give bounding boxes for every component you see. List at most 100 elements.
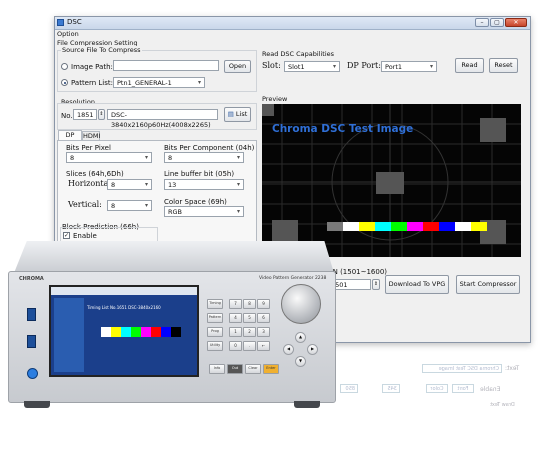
key-7: 7: [229, 299, 242, 309]
horizontal-value: 8: [111, 181, 116, 189]
color-bar: [391, 222, 407, 231]
reflection-enable-label: Enable: [480, 386, 501, 393]
color-bar: [343, 222, 359, 231]
corner-square: [262, 104, 274, 116]
bits-per-component-label: Bits Per Component (04h): [164, 144, 255, 152]
chevron-down-icon: ▾: [144, 202, 148, 209]
pattern-generator-device: CHROMA Video Pattern Generator 2238 Timi…: [4, 241, 336, 412]
device-front-panel: CHROMA Video Pattern Generator 2238 Timi…: [8, 271, 336, 403]
softkey-timing: Timing: [207, 299, 223, 309]
minimize-button[interactable]: –: [475, 18, 489, 27]
start-compressor-button[interactable]: Start Compressor: [456, 275, 520, 294]
up-arrow-icon: ▲: [295, 332, 306, 343]
resolution-value: DSC-3840x2160p60Hz(4008x2265): [107, 109, 218, 129]
list-button-label: List: [235, 110, 248, 118]
chevron-down-icon: ▾: [236, 181, 240, 188]
key-5: 5: [243, 313, 256, 323]
rotary-knob: [281, 284, 321, 324]
color-bars: [327, 222, 487, 231]
menu-option[interactable]: Option: [57, 30, 79, 38]
reflection-text-value: Chroma DSC Test Image: [422, 364, 502, 373]
dp-port-select[interactable]: Port1 ▾: [381, 61, 437, 72]
window-reflection: Text: Chroma DSC Test Image Color Font E…: [330, 362, 520, 422]
bits-per-component-select[interactable]: 8 ▾: [164, 152, 244, 163]
block-prediction-checkbox[interactable]: ✓: [63, 232, 70, 239]
usb-port: [27, 308, 36, 321]
color-bar: [471, 222, 487, 231]
title-bar: DSC – ▢ ✕: [55, 17, 530, 30]
screen-color-bars: [101, 327, 181, 337]
chevron-down-icon: ▾: [332, 63, 336, 70]
tab-hdmi[interactable]: HDMI: [82, 131, 100, 140]
corner-square: [480, 118, 506, 142]
pattern-list-select[interactable]: Ptn1_GENERAL-1 ▾: [113, 77, 205, 88]
screen-text: Timing List No.1651 DSC-3840x2160: [87, 305, 161, 310]
key-enter: Enter: [263, 364, 279, 374]
bits-per-pixel-label: Bits Per Pixel: [66, 144, 111, 152]
softkey-prog: Prog: [207, 327, 223, 337]
download-ptn-spinner[interactable]: ⇕: [372, 279, 380, 290]
resolution-no-input[interactable]: 1851: [73, 109, 97, 120]
preview-title: Chroma DSC Test Image: [272, 123, 414, 135]
slot-select[interactable]: Slot1 ▾: [284, 61, 340, 72]
open-button[interactable]: Open: [224, 60, 251, 73]
maximize-button[interactable]: ▢: [490, 18, 504, 27]
slot-value: Slot1: [288, 63, 305, 71]
window-title: DSC: [67, 18, 82, 26]
bits-per-pixel-select[interactable]: 8 ▾: [66, 152, 152, 163]
reset-button[interactable]: Reset: [489, 58, 518, 73]
key-4: 4: [229, 313, 242, 323]
image-path-label: Image Path:: [71, 63, 113, 71]
tab-dp-port[interactable]: DP Port: [58, 130, 82, 148]
slices-label: Slices (64h,6Dh): [66, 170, 124, 178]
list-icon: ▤: [227, 110, 234, 118]
vertical-label: Vertical:: [68, 200, 102, 209]
image-path-radio[interactable]: [61, 63, 68, 70]
resolution-spinner[interactable]: ⇕: [98, 109, 105, 120]
left-arrow-icon: ◀: [283, 344, 294, 355]
key-6: 6: [257, 313, 270, 323]
read-button[interactable]: Read: [455, 58, 484, 73]
block-prediction-enable-label: Enable: [73, 232, 97, 240]
center-square: [376, 172, 404, 194]
color-bar: [327, 222, 343, 231]
bits-per-component-value: 8: [168, 154, 173, 162]
key-dot: .: [243, 341, 256, 351]
image-path-input[interactable]: [113, 60, 219, 71]
line-buffer-select[interactable]: 13 ▾: [164, 179, 244, 190]
close-button[interactable]: ✕: [505, 18, 527, 27]
download-to-vpg-button[interactable]: Download To VPG: [385, 275, 449, 294]
device-screen: Timing List No.1651 DSC-3840x2160: [49, 285, 199, 377]
device-top-surface: [14, 241, 334, 273]
line-buffer-value: 13: [168, 181, 177, 189]
key-8: 8: [243, 299, 256, 309]
vertical-select[interactable]: 8 ▾: [107, 200, 152, 211]
app-icon: [57, 19, 64, 26]
device-foot: [24, 401, 50, 408]
list-button[interactable]: ▤ List: [224, 107, 251, 122]
vertical-value: 8: [111, 202, 116, 210]
device-model: Video Pattern Generator 2238: [259, 276, 327, 281]
key-1: 1: [229, 327, 242, 337]
color-bar: [439, 222, 455, 231]
power-button: [27, 368, 38, 379]
chevron-down-icon: ▾: [197, 79, 201, 86]
chevron-down-icon: ▾: [236, 208, 240, 215]
key-2: 2: [243, 327, 256, 337]
preview-panel: Chroma DSC Test Image: [262, 104, 521, 257]
key-9: 9: [257, 299, 270, 309]
chevron-down-icon: ▾: [144, 181, 148, 188]
color-space-select[interactable]: RGB ▾: [164, 206, 244, 217]
key-info: Info: [209, 364, 225, 374]
usb-port: [27, 335, 36, 348]
right-arrow-icon: ▶: [307, 344, 318, 355]
pattern-list-radio[interactable]: [61, 79, 68, 86]
slot-label: Slot:: [262, 61, 281, 70]
dp-port-label: DP Port:: [347, 61, 381, 70]
color-bar: [407, 222, 423, 231]
resolution-no-label: No.: [61, 112, 73, 120]
screen-sidebar: [54, 298, 84, 372]
horizontal-select[interactable]: 8 ▾: [107, 179, 152, 190]
key-out: Out: [227, 364, 243, 374]
chevron-down-icon: ▾: [144, 154, 148, 161]
